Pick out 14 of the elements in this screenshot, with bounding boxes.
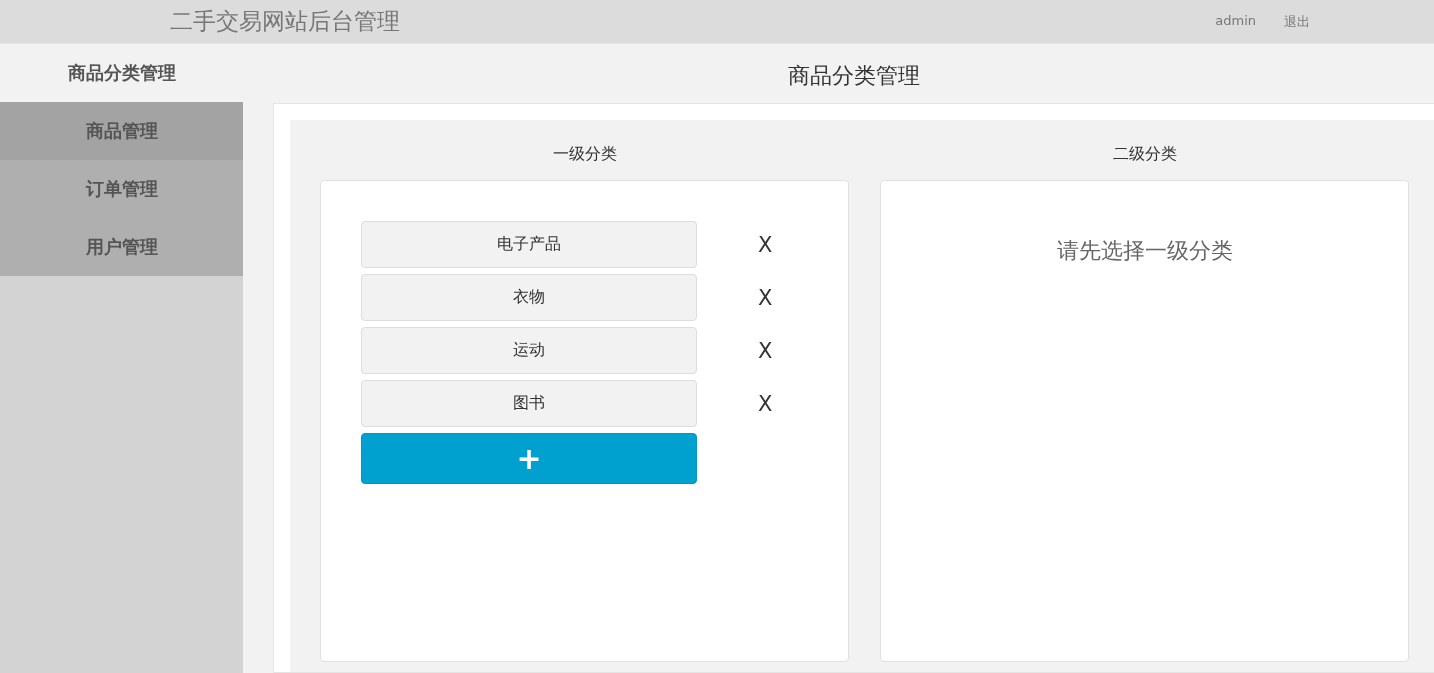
column-heading: 一级分类 bbox=[552, 143, 617, 165]
delete-button[interactable]: X bbox=[754, 232, 777, 257]
delete-button[interactable]: X bbox=[754, 285, 777, 310]
delete-button[interactable]: X bbox=[754, 338, 777, 363]
sidebar-item[interactable]: 商品分类管理 bbox=[0, 44, 243, 102]
category-button[interactable]: 运动 bbox=[361, 327, 697, 374]
empty-message: 请先选择一级分类 bbox=[1056, 237, 1233, 265]
category-button[interactable]: 电子产品 bbox=[361, 221, 697, 268]
category-button[interactable]: 衣物 bbox=[361, 274, 697, 321]
page-title: 商品分类管理 bbox=[786, 62, 921, 90]
column-heading: 二级分类 bbox=[1112, 143, 1177, 165]
site-title: 二手交易网站后台管理 bbox=[170, 7, 400, 36]
delete-button[interactable]: X bbox=[754, 391, 777, 416]
category-button[interactable]: 图书 bbox=[361, 380, 697, 427]
